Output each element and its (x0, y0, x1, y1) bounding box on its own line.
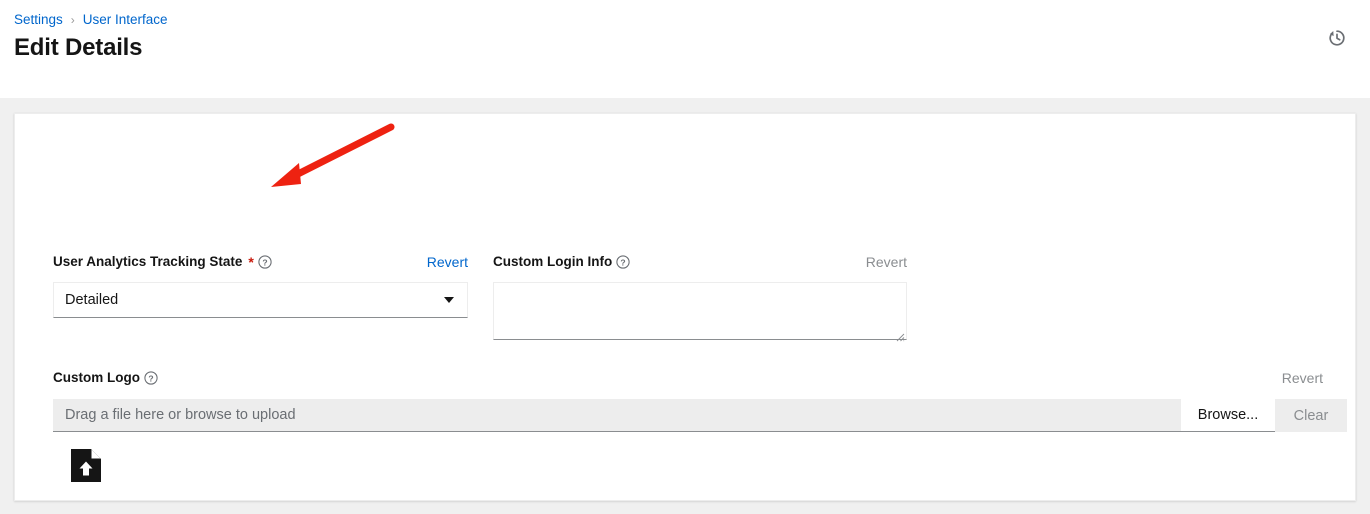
required-asterisk: * (248, 254, 254, 270)
file-upload-icon-wrap (70, 448, 102, 483)
custom-logo-drop-input[interactable]: Drag a file here or browse to upload (53, 399, 1181, 432)
history-icon-button[interactable] (1324, 25, 1350, 51)
app-root: Settings › User Interface Edit Details U… (0, 0, 1370, 514)
page-header: Settings › User Interface Edit Details (0, 0, 1370, 98)
page-title: Edit Details (14, 34, 143, 61)
question-circle-icon: ? (144, 371, 158, 385)
custom-logo-revert-link[interactable]: Revert (1282, 369, 1323, 387)
field-custom-logo: Custom Logo ? Revert (53, 369, 1323, 387)
breadcrumb-item-settings[interactable]: Settings (14, 12, 63, 28)
login-info-label-text: Custom Login Info (493, 254, 613, 269)
file-upload-icon (71, 449, 101, 482)
analytics-label-text: User Analytics Tracking State (53, 254, 243, 269)
custom-logo-placeholder-text: Drag a file here or browse to upload (65, 407, 296, 423)
analytics-select-value: Detailed (65, 292, 119, 308)
history-icon (1329, 30, 1345, 46)
clear-button[interactable]: Clear (1275, 399, 1347, 432)
svg-text:?: ? (262, 257, 267, 267)
svg-text:?: ? (148, 373, 153, 383)
custom-logo-help-icon[interactable]: ? (144, 371, 158, 385)
analytics-select[interactable]: Detailed (53, 282, 468, 318)
custom-login-info-textarea[interactable] (493, 282, 907, 340)
analytics-help-icon[interactable]: ? (258, 255, 272, 269)
login-info-help-icon[interactable]: ? (616, 255, 630, 269)
analytics-select-wrap: Detailed (53, 282, 468, 318)
custom-logo-label-group: Custom Logo ? (53, 369, 158, 387)
field-custom-login-info: Custom Login Info ? Revert (493, 253, 907, 345)
analytics-label-row: User Analytics Tracking State * ? Revert (53, 253, 468, 271)
login-info-revert-link[interactable]: Revert (866, 253, 907, 271)
analytics-revert-link[interactable]: Revert (427, 253, 468, 271)
breadcrumb-separator-icon: › (70, 13, 75, 27)
breadcrumb-item-user-interface[interactable]: User Interface (83, 12, 168, 28)
question-circle-icon: ? (258, 255, 272, 269)
analytics-label-group: User Analytics Tracking State * ? (53, 253, 272, 271)
edit-details-card: User Analytics Tracking State * ? Revert… (14, 113, 1356, 501)
custom-logo-label-row: Custom Logo ? Revert (53, 369, 1323, 387)
breadcrumb: Settings › User Interface (14, 12, 168, 28)
field-user-analytics-tracking-state: User Analytics Tracking State * ? Revert… (53, 253, 468, 318)
question-circle-icon: ? (616, 255, 630, 269)
svg-text:?: ? (621, 257, 626, 267)
custom-logo-label-text: Custom Logo (53, 370, 140, 385)
login-info-label-row: Custom Login Info ? Revert (493, 253, 907, 271)
custom-logo-upload-row: Drag a file here or browse to upload Bro… (53, 399, 1347, 432)
browse-button[interactable]: Browse... (1181, 399, 1275, 432)
login-info-label-group: Custom Login Info ? (493, 253, 630, 271)
